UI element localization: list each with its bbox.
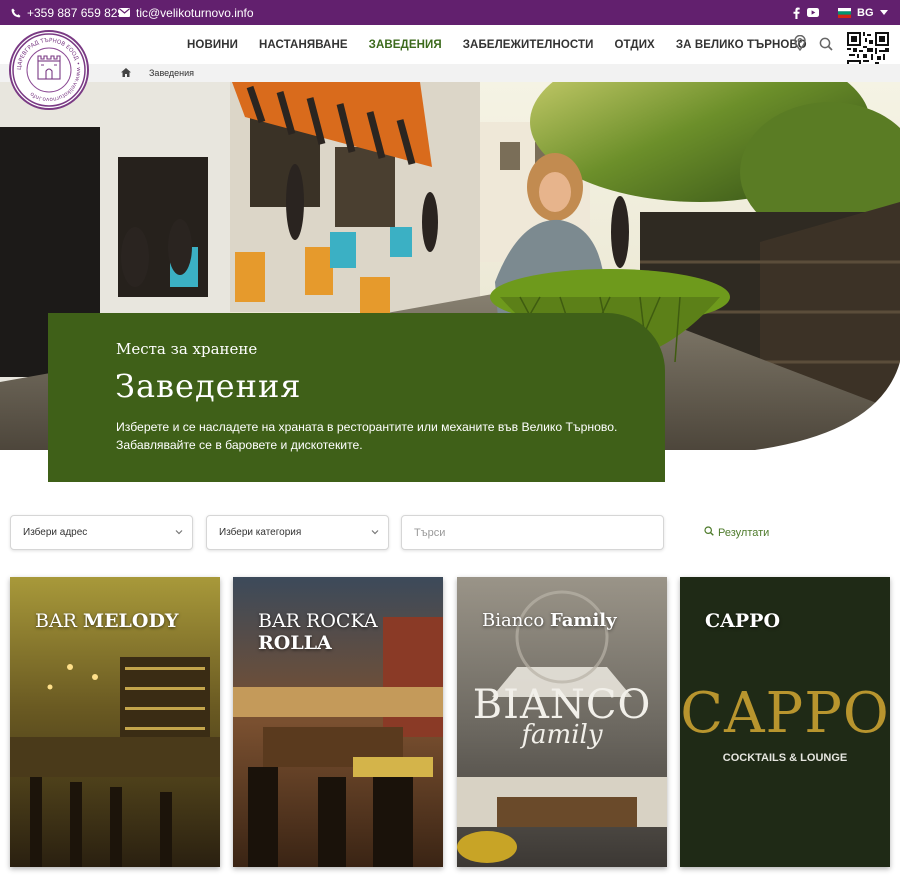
caret-down-icon [879,10,888,15]
breadcrumb-current: Заведения [149,68,195,78]
card-title: BAR ROCKA ROLLA [258,610,378,654]
venue-card-bar-melody[interactable]: BAR MELODY [10,577,220,867]
language-selector[interactable]: BG [838,0,888,25]
home-icon[interactable] [121,68,131,79]
page-title: Заведения [115,367,302,405]
venue-card-bar-rocka-rolla[interactable]: BAR ROCKA ROLLA [233,577,443,867]
cappo-logo: CAPPO COCKTAILS & LOUNGE [680,681,890,764]
youtube-icon[interactable] [807,0,819,25]
card-title: CAPPO [705,610,780,632]
bianco-family-logo: BIANCO family [472,682,652,750]
category-select-value: Избери категория [219,527,302,538]
top-bar: +359 887 659 829 tic@velikoturnovo.info … [0,0,900,25]
search-icon[interactable] [819,37,833,56]
nav-item-about-city[interactable]: ЗА ВЕЛИКО ТЪРНОВО [676,39,807,51]
category-select[interactable]: Избери категория [206,515,389,550]
search-input-placeholder: Търси [414,526,446,539]
logo-emblem-icon: ЦАРЕВГРАД ТЪРНОВ ЕООД • www.velikoturnov… [12,33,86,107]
venue-card-bianco-family[interactable]: Bianco Family BIANCO family [457,577,667,867]
nav-item-news[interactable]: НОВИНИ [187,39,238,51]
results-button[interactable]: Резултати [704,526,769,539]
facebook-icon[interactable] [793,0,800,25]
search-input[interactable]: Търси [401,515,664,550]
main-header: НОВИНИ НАСТАНЯВАНЕ ЗАВЕДЕНИЯ ЗАБЕЛЕЖИТЕЛ… [0,25,900,64]
venue-card-cappo[interactable]: CAPPO CAPPO COCKTAILS & LOUNGE [680,577,890,867]
envelope-icon [119,8,130,17]
hero-text-panel: Места за хранене Заведения Изберете и се… [48,313,665,482]
phone-number: +359 887 659 829 [27,5,125,20]
nav-item-leisure[interactable]: ОТДИХ [615,39,655,51]
card-title: BAR MELODY [35,610,179,632]
breadcrumb: Заведения [0,64,900,82]
language-label: BG [857,6,874,19]
map-pin-icon[interactable] [794,34,806,56]
nav-item-landmarks[interactable]: ЗАБЕЛЕЖИТЕЛНОСТИ [463,39,594,51]
nav-item-accommodation[interactable]: НАСТАНЯВАНЕ [259,39,348,51]
results-label: Резултати [718,526,770,539]
site-logo[interactable]: ЦАРЕВГРАД ТЪРНОВ ЕООД • www.velikoturnov… [9,30,89,110]
email-link[interactable]: tic@velikoturnovo.info [119,0,254,25]
nav-menu: НОВИНИ НАСТАНЯВАНЕ ЗАВЕДЕНИЯ ЗАБЕЛЕЖИТЕЛ… [187,25,807,64]
nav-item-venues[interactable]: ЗАВЕДЕНИЯ [369,39,442,51]
card-title: Bianco Family [482,610,617,631]
search-icon [704,526,714,539]
chevron-down-icon [175,528,183,539]
email-address: tic@velikoturnovo.info [136,5,254,20]
bulgaria-flag-icon [838,7,851,18]
hero-subtitle: Места за хранене [116,340,258,358]
hero-description: Изберете и се насладете на храната в рес… [116,420,618,452]
phone-icon [11,8,21,18]
address-select-value: Избери адрес [23,527,88,538]
address-select[interactable]: Избери адрес [10,515,193,550]
chevron-down-icon [371,528,379,539]
phone-link[interactable]: +359 887 659 829 [11,0,124,25]
